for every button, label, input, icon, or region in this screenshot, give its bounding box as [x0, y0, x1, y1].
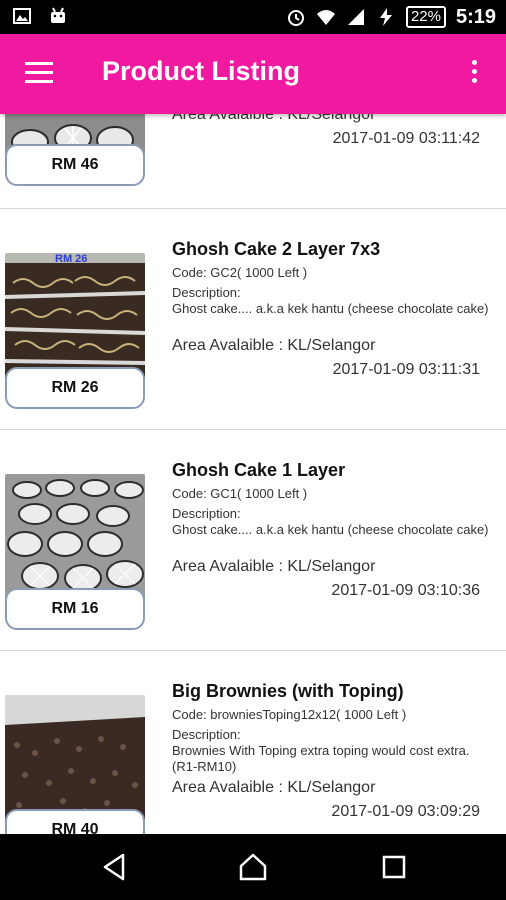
product-date: 2017-01-09 03:11:42 [332, 130, 480, 147]
product-name: Ghosh Cake 2 Layer 7x3 [172, 239, 381, 259]
product-list[interactable]: RM 46 Area Avalaible : KL/Selangor 2017-… [0, 114, 506, 834]
product-item[interactable]: RM 26 RM 26 Ghosh Cake 2 Layer 7x3 Code:… [0, 209, 506, 430]
image-icon [13, 8, 31, 24]
product-date: 2017-01-09 03:11:31 [332, 361, 480, 378]
product-date: 2017-01-09 03:09:29 [331, 803, 480, 820]
product-description: Brownies With Toping extra toping would … [172, 743, 470, 774]
product-area: Area Avalaible : KL/Selangor [172, 558, 376, 575]
description-label: Description: [172, 285, 241, 300]
back-triangle-icon[interactable] [74, 834, 154, 900]
android-icon [51, 7, 65, 23]
price-button[interactable]: RM 26 [5, 367, 145, 409]
product-area: Area Avalaible : KL/Selangor [172, 337, 376, 354]
product-item[interactable]: RM 46 Area Avalaible : KL/Selangor 2017-… [0, 114, 506, 209]
alarm-icon [287, 10, 304, 26]
more-vert-icon[interactable] [472, 60, 480, 88]
app-bar: Product Listing [0, 34, 506, 114]
product-name: Big Brownies (with Toping) [172, 681, 404, 701]
home-icon[interactable] [213, 834, 293, 900]
product-area: Area Avalaible : KL/Selangor [172, 779, 376, 796]
price-button[interactable]: RM 40 [5, 809, 145, 834]
nav-bar [0, 834, 506, 900]
product-date: 2017-01-09 03:10:36 [331, 582, 480, 599]
signal-icon [347, 9, 364, 25]
page-title: Product Listing [102, 56, 300, 86]
price-button[interactable]: RM 16 [5, 588, 145, 630]
price-button[interactable]: RM 46 [5, 144, 145, 186]
description-label: Description: [172, 727, 241, 742]
status-bar: 22% 5:19 [0, 0, 506, 34]
product-description: Ghost cake.... a.k.a kek hantu (cheese c… [172, 522, 489, 537]
product-item[interactable]: RM 16 Ghosh Cake 1 Layer Code: GC1( 1000… [0, 430, 506, 651]
wifi-icon [316, 10, 335, 25]
product-item[interactable]: RM 40 Big Brownies (with Toping) Code: b… [0, 651, 506, 834]
clock: 5:19 [455, 5, 496, 28]
charging-icon [379, 8, 392, 26]
hamburger-icon[interactable] [25, 62, 53, 84]
recents-square-icon[interactable] [354, 834, 434, 900]
product-area: Area Avalaible : KL/Selangor [172, 114, 376, 123]
product-code: Code: GC1( 1000 Left ) [172, 486, 308, 501]
product-code: Code: GC2( 1000 Left ) [172, 265, 308, 280]
image-price-label: RM 26 [55, 253, 87, 265]
description-label: Description: [172, 506, 241, 521]
product-code: Code: browniesToping12x12( 1000 Left ) [172, 707, 407, 722]
product-name: Ghosh Cake 1 Layer [172, 460, 346, 480]
battery-indicator: 22% [405, 6, 446, 28]
product-description: Ghost cake.... a.k.a kek hantu (cheese c… [172, 301, 489, 316]
